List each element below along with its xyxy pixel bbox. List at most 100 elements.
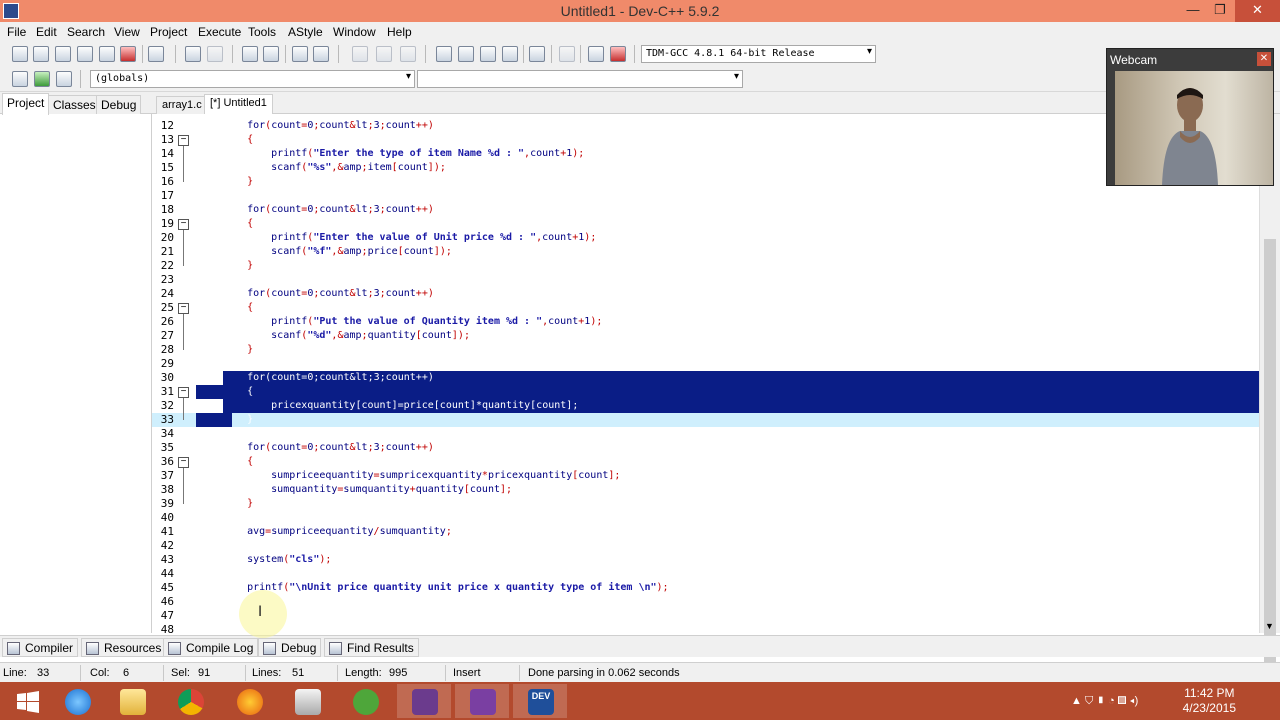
close-all-icon[interactable]: [120, 46, 136, 62]
code-line[interactable]: 32 pricexquantity[count]=price[count]*qu…: [152, 399, 1259, 413]
menu-file[interactable]: File: [7, 25, 26, 39]
start-button[interactable]: [0, 684, 54, 718]
find-icon[interactable]: [242, 46, 258, 62]
code-line[interactable]: 12 for(count=0;count&lt;3;count++): [152, 119, 1259, 133]
menu-execute[interactable]: Execute: [198, 25, 241, 39]
undo-icon[interactable]: [185, 46, 201, 62]
code-line[interactable]: 48: [152, 623, 1259, 633]
code-line[interactable]: 22 }: [152, 259, 1259, 273]
code-line[interactable]: 19− {: [152, 217, 1259, 231]
webcam-window[interactable]: Webcam ✕: [1106, 48, 1274, 186]
goto-line-icon[interactable]: [400, 46, 416, 62]
taskbar-camtasia-studio[interactable]: [455, 684, 509, 718]
menu-tools[interactable]: Tools: [248, 25, 276, 39]
fold-toggle-icon[interactable]: −: [178, 135, 189, 146]
code-line[interactable]: 23: [152, 273, 1259, 287]
code-line[interactable]: 29: [152, 357, 1259, 371]
code-line[interactable]: 45 printf("\nUnit price quantity unit pr…: [152, 581, 1259, 595]
code-line[interactable]: 15 scanf("%s",&amp;item[count]);: [152, 161, 1259, 175]
maximize-button[interactable]: ❐: [1205, 0, 1235, 22]
stop-execution-icon[interactable]: [559, 46, 575, 62]
system-tray-icons[interactable]: ▲ ⛉ ▮ ◔ ▥ ◂): [1071, 695, 1138, 708]
code-editor[interactable]: 12 for(count=0;count&lt;3;count++) 13− { 1…: [152, 114, 1259, 633]
tab-debug[interactable]: Debug: [96, 95, 142, 114]
tab-debug-output[interactable]: Debug: [258, 638, 322, 657]
code-line[interactable]: 16 }: [152, 175, 1259, 189]
code-line[interactable]: 25− {: [152, 301, 1259, 315]
code-line[interactable]: 36− {: [152, 455, 1259, 469]
redo-icon[interactable]: [207, 46, 223, 62]
tile-windows-icon[interactable]: [502, 46, 518, 62]
open-file-icon[interactable]: [33, 46, 49, 62]
function-select[interactable]: ▾: [417, 70, 743, 88]
code-line[interactable]: 13− {: [152, 133, 1259, 147]
tab-project[interactable]: Project: [2, 93, 50, 115]
fold-toggle-icon[interactable]: −: [178, 457, 189, 468]
code-line[interactable]: 17: [152, 189, 1259, 203]
go-back-icon[interactable]: [352, 46, 368, 62]
code-line[interactable]: 30 for(count=0;count&lt;3;count++): [152, 371, 1259, 385]
insert-icon[interactable]: [12, 71, 28, 87]
menu-project[interactable]: Project: [150, 25, 187, 39]
profile-chart-icon[interactable]: [588, 46, 604, 62]
go-forward-icon[interactable]: [376, 46, 392, 62]
fold-toggle-icon[interactable]: −: [178, 303, 189, 314]
scroll-down-icon[interactable]: ▼: [1265, 621, 1274, 631]
tab-classes[interactable]: Classes: [48, 95, 101, 114]
code-line[interactable]: 27 scanf("%d",&amp;quantity[count]);: [152, 329, 1259, 343]
menu-search[interactable]: Search: [67, 25, 105, 39]
menu-help[interactable]: Help: [387, 25, 412, 39]
taskbar-utorrent[interactable]: [338, 684, 392, 718]
toggle-bookmark-icon[interactable]: [34, 71, 50, 87]
tab-resources[interactable]: Resources: [81, 638, 167, 657]
webcam-close-button[interactable]: ✕: [1257, 52, 1271, 66]
code-line[interactable]: 37 sumpriceequantity=sumpricexquantity*p…: [152, 469, 1259, 483]
delete-profile-icon[interactable]: [610, 46, 626, 62]
code-line[interactable]: 43 system("cls");: [152, 553, 1259, 567]
project-options-icon[interactable]: [458, 46, 474, 62]
editor-vertical-scrollbar[interactable]: ▲ ▼: [1259, 114, 1280, 689]
code-line[interactable]: 39 }: [152, 497, 1259, 511]
close-button[interactable]: ✕: [1235, 0, 1280, 22]
tab-array1[interactable]: array1.c: [156, 96, 208, 114]
indent-icon[interactable]: [292, 46, 308, 62]
tab-untitled1[interactable]: [*] Untitled1: [204, 94, 273, 115]
taskbar-camtasia-recorder[interactable]: [397, 684, 451, 718]
taskbar-file-explorer[interactable]: [105, 684, 159, 718]
code-line[interactable]: 46: [152, 595, 1259, 609]
close-file-icon[interactable]: [99, 46, 115, 62]
code-line[interactable]: 33 }: [152, 413, 1259, 427]
code-line[interactable]: 35 for(count=0;count&lt;3;count++): [152, 441, 1259, 455]
code-line[interactable]: 41 avg=sumpriceequantity/sumquantity;: [152, 525, 1259, 539]
code-line[interactable]: 24 for(count=0;count&lt;3;count++): [152, 287, 1259, 301]
fold-toggle-icon[interactable]: −: [178, 387, 189, 398]
menu-window[interactable]: Window: [333, 25, 376, 39]
tab-compile-log[interactable]: Compile Log: [163, 638, 259, 657]
code-line[interactable]: 47: [152, 609, 1259, 623]
save-all-icon[interactable]: [77, 46, 93, 62]
new-project-icon[interactable]: [436, 46, 452, 62]
fold-toggle-icon[interactable]: −: [178, 219, 189, 230]
taskbar-video-editor[interactable]: [280, 684, 334, 718]
taskbar-clock[interactable]: 11:42 PM 4/23/2015: [1183, 686, 1236, 716]
check-syntax-icon[interactable]: [529, 46, 545, 62]
compiler-select[interactable]: TDM-GCC 4.8.1 64-bit Release ▾: [641, 45, 876, 63]
code-line[interactable]: 42: [152, 539, 1259, 553]
code-line[interactable]: 20 printf("Enter the value of Unit price…: [152, 231, 1259, 245]
menu-astyle[interactable]: AStyle: [288, 25, 323, 39]
save-icon[interactable]: [55, 46, 71, 62]
tab-find-results[interactable]: Find Results: [324, 638, 419, 657]
menu-edit[interactable]: Edit: [36, 25, 57, 39]
taskbar-chrome[interactable]: [163, 684, 217, 718]
class-browser-icon[interactable]: [480, 46, 496, 62]
code-line[interactable]: 31− {: [152, 385, 1259, 399]
new-file-icon[interactable]: [12, 46, 28, 62]
goto-bookmark-icon[interactable]: [56, 71, 72, 87]
code-line[interactable]: 21 scanf("%f",&amp;price[count]);: [152, 245, 1259, 259]
taskbar-firefox[interactable]: [222, 684, 276, 718]
code-line[interactable]: 44: [152, 567, 1259, 581]
minimize-button[interactable]: —: [1178, 0, 1208, 22]
code-line[interactable]: 40: [152, 511, 1259, 525]
scope-select[interactable]: (globals) ▾: [90, 70, 415, 88]
print-icon[interactable]: [148, 46, 164, 62]
